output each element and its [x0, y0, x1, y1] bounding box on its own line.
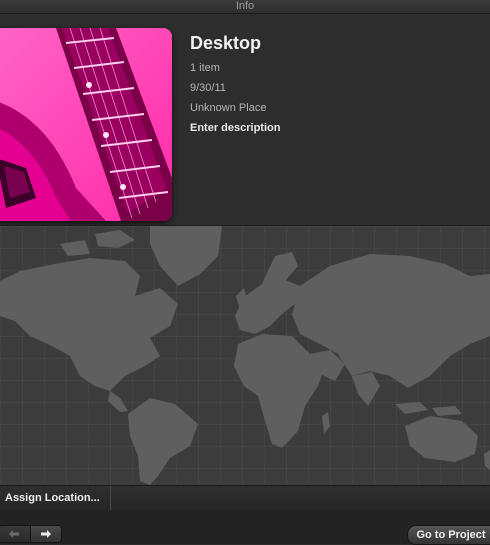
event-thumbnail[interactable]: [0, 28, 172, 221]
event-metadata: Desktop 1 item 9/30/11 Unknown Place Ent…: [190, 32, 280, 138]
assign-location-button[interactable]: Assign Location...: [0, 486, 111, 510]
arrow-right-icon: [40, 530, 51, 538]
world-map[interactable]: [0, 226, 490, 485]
world-map-land: [0, 226, 490, 485]
event-date[interactable]: 9/30/11: [190, 78, 280, 98]
navigation-segmented-control: [0, 525, 62, 543]
event-description-field[interactable]: Enter description: [190, 118, 280, 138]
info-header: Desktop 1 item 9/30/11 Unknown Place Ent…: [0, 14, 490, 226]
map-toolbar: Assign Location...: [0, 485, 490, 511]
event-place[interactable]: Unknown Place: [190, 98, 280, 118]
previous-button[interactable]: [0, 526, 31, 542]
guitar-photo: [0, 28, 172, 221]
window-titlebar: Info: [0, 0, 490, 14]
footer-bar: Go to Project: [0, 510, 490, 545]
next-button[interactable]: [30, 526, 61, 542]
event-title[interactable]: Desktop: [190, 32, 280, 54]
go-to-project-button[interactable]: Go to Project: [407, 525, 490, 545]
event-item-count: 1 item: [190, 62, 220, 74]
arrow-left-icon: [9, 530, 20, 538]
window-title: Info: [235, 0, 255, 12]
